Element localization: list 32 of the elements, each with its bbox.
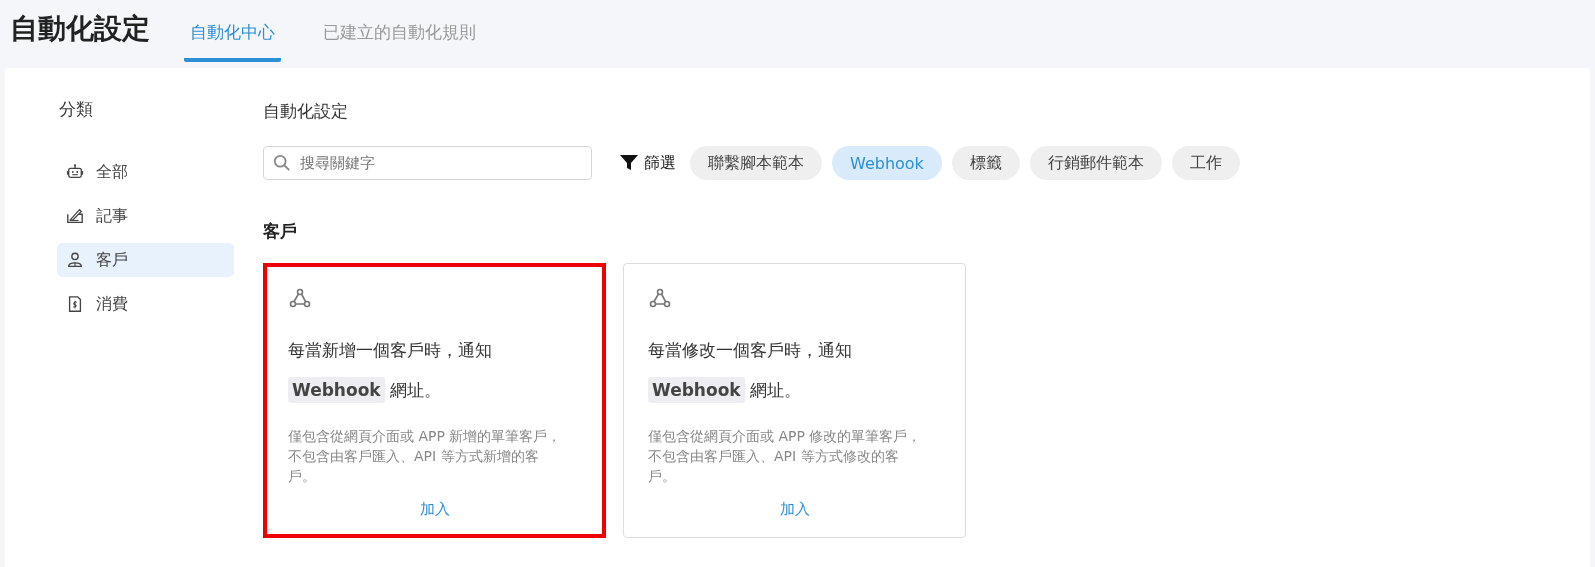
filter-chip[interactable]: 工作	[1171, 146, 1240, 180]
person-icon	[66, 251, 84, 269]
search-icon	[273, 154, 291, 172]
filter-label: 篩選	[644, 152, 676, 174]
receipt-icon	[66, 295, 84, 313]
webhook-icon	[288, 286, 312, 310]
sidebar-item[interactable]: 消費	[57, 287, 234, 321]
robot-icon	[66, 163, 84, 181]
section-title: 自動化設定	[263, 100, 349, 123]
filter-chip[interactable]: 行銷郵件範本	[1029, 146, 1162, 180]
page-title: 自動化設定	[10, 11, 150, 47]
card-description: 僅包含從網頁介面或 APP 修改的單筆客戶，不包含由客戶匯入、API 等方式修改的客戶。	[648, 427, 923, 486]
sidebar-label: 客戶	[96, 249, 128, 271]
card-title: 每當修改一個客戶時，通知 Webhook 網址。	[648, 330, 941, 410]
sidebar-label: 記事	[96, 205, 128, 227]
webhook-icon	[648, 286, 672, 310]
sidebar-label: 全部	[96, 161, 128, 183]
sidebar-item[interactable]: 全部	[57, 155, 234, 189]
filter-chip[interactable]: 標籤	[951, 146, 1020, 180]
card-title: 每當新增一個客戶時，通知 Webhook 網址。	[288, 330, 581, 410]
add-link[interactable]: 加入	[779, 500, 810, 519]
card-description: 僅包含從網頁介面或 APP 新增的單筆客戶，不包含由客戶匯入、API 等方式新增的客戶。	[288, 427, 563, 486]
sidebar-heading: 分類	[58, 98, 94, 121]
add-link[interactable]: 加入	[419, 500, 450, 519]
sidebar-item[interactable]: 客戶	[57, 243, 234, 277]
filter-chip[interactable]: 聯繫腳本範本	[690, 146, 822, 180]
pen-icon	[66, 207, 84, 225]
sidebar-label: 消費	[96, 293, 128, 315]
search-field[interactable]: 搜尋關鍵字	[263, 146, 592, 180]
category-heading: 客戶	[263, 220, 298, 243]
filter-icon	[620, 155, 638, 171]
sidebar-item[interactable]: 記事	[57, 199, 234, 233]
